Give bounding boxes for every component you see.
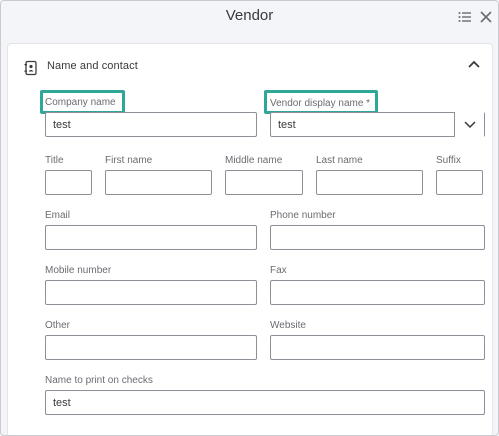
- title-label: Title: [45, 155, 64, 166]
- section-header[interactable]: Name and contact: [8, 44, 492, 88]
- close-icon[interactable]: [479, 9, 495, 25]
- last-name-label: Last name: [316, 155, 363, 166]
- chevron-down-icon: [464, 121, 476, 129]
- company-name-label: Company name: [45, 97, 116, 108]
- display-name-dropdown-button[interactable]: [454, 112, 484, 137]
- section-title: Name and contact: [47, 60, 138, 72]
- list-menu-icon[interactable]: [458, 9, 474, 25]
- first-name-label: First name: [105, 155, 153, 166]
- print-on-checks-label: Name to print on checks: [45, 375, 153, 386]
- other-label: Other: [45, 320, 71, 331]
- suffix-label: Suffix: [436, 155, 461, 166]
- last-name-input[interactable]: [316, 170, 423, 195]
- middle-name-label: Middle name: [225, 155, 283, 166]
- middle-name-input[interactable]: [225, 170, 303, 195]
- website-input[interactable]: [270, 335, 485, 360]
- title-input[interactable]: [45, 170, 92, 195]
- print-on-checks-input[interactable]: [45, 390, 485, 415]
- vendor-dialog: Vendor Name and contact Company name tes…: [0, 0, 499, 436]
- chevron-up-icon[interactable]: [466, 58, 482, 72]
- display-name-combobox[interactable]: [270, 112, 485, 137]
- website-label: Website: [270, 320, 306, 331]
- phone-input[interactable]: [270, 225, 485, 250]
- mobile-label: Mobile number: [45, 265, 112, 276]
- fax-label: Fax: [270, 265, 287, 276]
- dialog-title: Vendor: [225, 7, 274, 24]
- fax-input[interactable]: [270, 280, 485, 305]
- email-label: Email: [45, 210, 71, 221]
- first-name-input[interactable]: [105, 170, 212, 195]
- name-and-contact-panel: Name and contact Company name Vendor dis…: [7, 43, 493, 435]
- email-input[interactable]: [45, 225, 257, 250]
- display-name-input[interactable]: [271, 113, 454, 136]
- dialog-header: Vendor: [1, 1, 498, 35]
- mobile-input[interactable]: [45, 280, 257, 305]
- suffix-input[interactable]: [436, 170, 483, 195]
- display-name-label: Vendor display name *: [270, 98, 371, 109]
- phone-label: Phone number: [270, 210, 336, 221]
- company-name-input[interactable]: [45, 112, 257, 137]
- other-input[interactable]: [45, 335, 257, 360]
- contact-card-icon: [24, 60, 38, 76]
